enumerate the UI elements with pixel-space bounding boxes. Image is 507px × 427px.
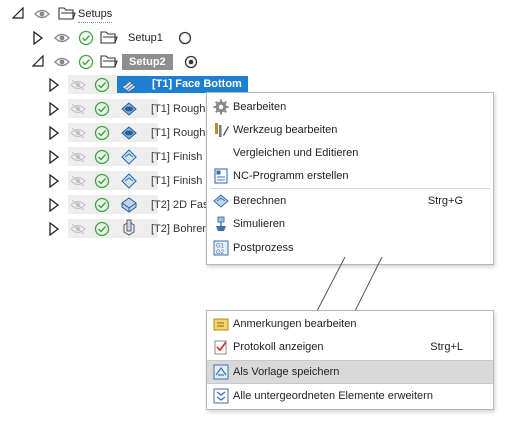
eye-hidden-icon[interactable] — [70, 223, 86, 235]
setup1-label: Setup1 — [128, 32, 163, 44]
collapsed-triangle-icon[interactable] — [48, 198, 60, 212]
tree-row-setup2[interactable]: Setup2 — [28, 51, 218, 73]
menu-item-label: Simulieren — [233, 218, 285, 230]
eye-hidden-icon[interactable] — [70, 103, 86, 115]
collapsed-triangle-icon[interactable] — [48, 222, 60, 236]
finish-icon — [121, 173, 137, 189]
expand-all-icon — [213, 388, 229, 404]
check-icon — [94, 149, 110, 165]
menu-item-label: Protokoll anzeigen — [233, 341, 324, 353]
setups-label: Setups — [78, 6, 113, 23]
check-icon — [94, 101, 110, 117]
adaptive-icon — [121, 102, 137, 116]
eye-hidden-icon[interactable] — [70, 151, 86, 163]
menu-item-alle-untergeordneten-elemente-erweitern[interactable]: Alle untergeordneten Elemente erweitern — [207, 385, 493, 407]
eye-hidden-icon[interactable] — [70, 79, 86, 91]
expanded-triangle-icon[interactable] — [12, 7, 24, 21]
collapsed-triangle-icon[interactable] — [48, 126, 60, 140]
simulate-icon — [216, 216, 226, 231]
gear-icon — [213, 99, 229, 115]
menu-item-label: Berechnen — [233, 195, 287, 207]
svg-text:G1: G1 — [216, 244, 225, 250]
menu-item-protokoll-anzeigen[interactable]: Protokoll anzeigen Strg+L — [207, 336, 493, 358]
folder-setup2-icon — [100, 55, 118, 68]
radio-circle-icon[interactable] — [178, 31, 192, 45]
menu-separator — [210, 188, 490, 189]
menu-item-shortcut: Strg+L — [430, 341, 463, 353]
menu-item-label: Als Vorlage speichern — [233, 366, 340, 378]
eye-icon[interactable] — [34, 8, 50, 20]
check-icon — [94, 197, 110, 213]
check-icon — [94, 173, 110, 189]
tool-edit-icon — [215, 123, 229, 137]
collapsed-triangle-icon[interactable] — [48, 78, 60, 92]
collapsed-triangle-icon[interactable] — [48, 102, 60, 116]
collapsed-triangle-icon[interactable] — [32, 31, 44, 45]
menu-item-berechnen[interactable]: Berechnen Strg+G — [207, 190, 493, 212]
operation-label: [T1] Finish C — [151, 151, 214, 163]
chamfer-icon — [121, 197, 137, 213]
adaptive-icon — [121, 126, 137, 140]
menu-item-label: Postprozess — [233, 242, 294, 254]
drill-icon — [123, 219, 135, 236]
template-icon — [213, 364, 229, 380]
nc-program-icon — [214, 168, 228, 184]
collapsed-triangle-icon[interactable] — [48, 174, 60, 188]
eye-hidden-icon[interactable] — [70, 199, 86, 211]
menu-item-label: Bearbeiten — [233, 101, 287, 113]
collapsed-triangle-icon[interactable] — [48, 150, 60, 164]
log-icon — [214, 340, 227, 355]
finish-icon — [121, 149, 137, 165]
menu-item-label: Anmerkungen bearbeiten — [233, 318, 357, 330]
active-radio-icon[interactable] — [184, 55, 198, 69]
menu-item-nc-programm-erstellen[interactable]: NC-Programm erstellen — [207, 165, 493, 187]
menu-item-bearbeiten[interactable]: Bearbeiten — [207, 96, 493, 118]
menu-item-label: Alle untergeordneten Elemente erweitern — [233, 390, 433, 402]
check-icon — [94, 221, 110, 237]
eye-hidden-icon[interactable] — [70, 175, 86, 187]
tree-row-setup1[interactable]: Setup1 — [28, 27, 208, 49]
menu-item-label: Werkzeug bearbeiten — [233, 124, 338, 136]
eye-icon[interactable] — [54, 56, 70, 68]
eye-icon[interactable] — [54, 32, 70, 44]
svg-text:G2: G2 — [216, 250, 225, 256]
folder-setups-icon — [58, 7, 76, 20]
operation-label: [T2] 2D Fas — [151, 199, 209, 211]
check-icon — [78, 30, 94, 46]
eye-hidden-icon[interactable] — [70, 127, 86, 139]
menu-break-lines — [316, 256, 383, 312]
folder-setup1-icon — [100, 31, 118, 44]
operation-label: [T1] Face Bottom — [146, 76, 248, 93]
check-icon — [78, 54, 94, 70]
notes-icon — [213, 318, 229, 331]
menu-item-als-vorlage-speichern[interactable]: Als Vorlage speichern — [207, 360, 493, 384]
generate-icon — [213, 194, 229, 208]
check-icon — [94, 77, 110, 93]
tree-row-setups[interactable]: Setups — [8, 3, 138, 25]
menu-item-werkzeug-bearbeiten[interactable]: Werkzeug bearbeiten — [207, 119, 493, 141]
setup2-label: Setup2 — [122, 54, 173, 70]
post-process-icon: G1G2 — [213, 240, 229, 256]
menu-item-shortcut: Strg+G — [427, 195, 463, 207]
check-icon — [94, 125, 110, 141]
face-icon — [121, 79, 137, 93]
menu-item-label: Vergleichen und Editieren — [233, 147, 359, 159]
menu-item-vergleichen-und-editieren[interactable]: Vergleichen und Editieren — [207, 142, 493, 164]
menu-item-simulieren[interactable]: Simulieren — [207, 213, 493, 235]
context-menu-top: Bearbeiten Werkzeug bearbeiten Vergleich… — [206, 92, 494, 265]
expanded-triangle-icon[interactable] — [32, 55, 44, 69]
menu-item-label: NC-Programm erstellen — [233, 170, 349, 182]
context-menu-bottom: Anmerkungen bearbeiten Protokoll anzeige… — [206, 310, 494, 410]
operation-label: [T2] Bohren — [151, 223, 209, 235]
menu-item-anmerkungen-bearbeiten[interactable]: Anmerkungen bearbeiten — [207, 313, 493, 335]
operation-label: [T1] Finish C — [151, 175, 214, 187]
